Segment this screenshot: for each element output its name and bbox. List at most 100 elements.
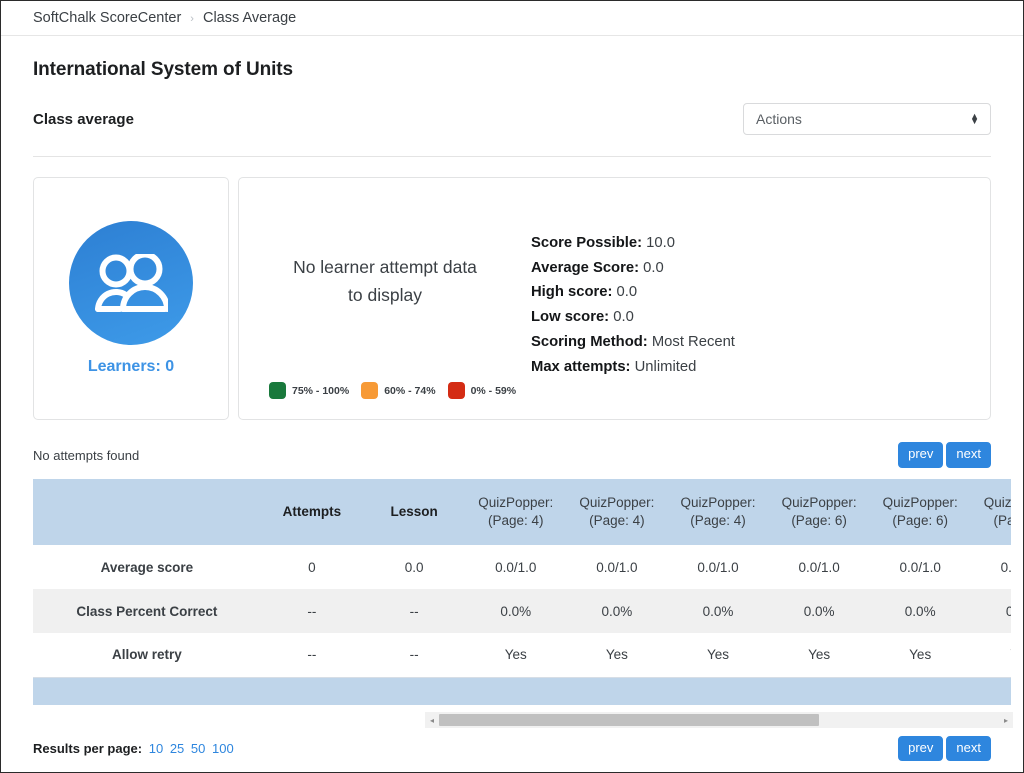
stat-label: Max attempts: bbox=[531, 358, 631, 375]
table-row: Class Percent Correct -- -- 0.0% 0.0% 0.… bbox=[33, 589, 1011, 633]
header-blank bbox=[33, 479, 261, 545]
stat-row: Scoring Method: Most Recent bbox=[531, 330, 735, 355]
subtitle-row: Class average Actions ▲ ▼ bbox=[33, 103, 991, 135]
cell: 0.0/1.0 bbox=[1000, 559, 1011, 575]
stat-row: High score: 0.0 bbox=[531, 280, 735, 305]
cell: Yes bbox=[706, 647, 729, 663]
prev-button-top[interactable]: prev bbox=[898, 442, 944, 468]
stat-row: Low score: 0.0 bbox=[531, 305, 735, 330]
results-per-page-10[interactable]: 10 bbox=[149, 741, 163, 756]
table-footer-cell bbox=[33, 676, 1011, 705]
header-page: (Page: 4) bbox=[589, 513, 645, 528]
learners-card: Learners: 0 bbox=[33, 177, 229, 420]
cell: 0.0/1.0 bbox=[798, 559, 840, 575]
stat-label: Score Possible: bbox=[531, 235, 643, 251]
table-row: Allow retry -- -- Yes Yes Yes Yes Yes Ye… bbox=[33, 633, 1011, 677]
stat-row: Max attempts: Unlimited bbox=[531, 355, 735, 380]
scores-table: Attempts Lesson QuizPopper: (Page: 4) Qui… bbox=[33, 479, 1011, 705]
row-label: Average score bbox=[100, 559, 194, 575]
legend-label: 0% - 59% bbox=[470, 384, 517, 397]
prev-button-bottom[interactable]: prev bbox=[898, 736, 944, 762]
header-line1: QuizPopper: bbox=[882, 495, 958, 511]
cell: -- bbox=[307, 647, 317, 663]
scroll-left-arrow-icon[interactable]: ◂ bbox=[425, 712, 439, 728]
table-footer: Results per page: 10 25 50 100 prev next bbox=[1, 736, 1023, 762]
table-row: Average score 0 0.0 0.0/1.0 0.0/1.0 0.0/… bbox=[33, 545, 1011, 589]
header-page: (Page: 6) bbox=[791, 513, 847, 528]
row-label: Class Percent Correct bbox=[33, 589, 261, 633]
cell: 0 bbox=[308, 559, 316, 575]
cell: Yes bbox=[808, 647, 831, 663]
cell: -- bbox=[409, 647, 419, 663]
stat-value: 0.0 bbox=[613, 309, 634, 326]
header-line1: QuizPopper: bbox=[983, 495, 1011, 511]
stat-value: 0.0 bbox=[616, 284, 638, 301]
summary-cards: Learners: 0 No learner attempt data to d… bbox=[1, 177, 1023, 420]
stat-value: 10.0 bbox=[646, 235, 675, 251]
header-page: (Page: 4) bbox=[487, 513, 544, 528]
table-horizontal-scrollbar[interactable]: ◂ ▸ bbox=[425, 712, 1013, 728]
header-line1: QuizPopper: bbox=[680, 495, 756, 511]
stat-value: Most Recent bbox=[651, 333, 735, 350]
breadcrumb-separator-icon: › bbox=[190, 13, 194, 25]
learners-count-label: Learners: 0 bbox=[87, 358, 175, 375]
cell: 0.0/1.0 bbox=[495, 559, 537, 575]
header-page: (Page: 4) bbox=[690, 513, 746, 528]
header-line1: QuizPopper: bbox=[781, 495, 857, 511]
title-area: International System of Units Class aver… bbox=[1, 59, 1023, 157]
header-quizpopper: QuizPopper: (Page: 6) bbox=[869, 479, 971, 545]
summary-card: No learner attempt data to display Score… bbox=[238, 177, 991, 420]
table-header-row: Attempts Lesson QuizPopper: (Page: 4) Qui… bbox=[33, 479, 1011, 545]
actions-select-value: Actions bbox=[756, 111, 802, 127]
stat-value: Unlimited bbox=[634, 358, 697, 375]
top-pager: prev next bbox=[898, 442, 991, 468]
cell: Yes bbox=[504, 647, 527, 663]
cell: Yes bbox=[909, 647, 932, 663]
table-footer-row bbox=[33, 676, 1011, 705]
actions-select[interactable]: Actions ▲ ▼ bbox=[743, 103, 991, 135]
scores-table-scroll-area[interactable]: Attempts Lesson QuizPopper: (Page: 4) Qui… bbox=[33, 479, 1011, 705]
bottom-pager: prev next bbox=[898, 736, 991, 762]
cell: 0.0% bbox=[667, 589, 769, 633]
stat-row: Score Possible: 10.0 bbox=[531, 231, 735, 256]
header-quizpopper: QuizPopper: (Page: 4) bbox=[566, 479, 668, 545]
breadcrumb: SoftChalk ScoreCenter › Class Average bbox=[1, 1, 1023, 36]
cell: 0.0% bbox=[869, 589, 971, 633]
title-divider bbox=[33, 156, 991, 157]
stat-label: High score: bbox=[531, 284, 613, 301]
stat-label: Scoring Method: bbox=[531, 333, 648, 350]
learners-circle bbox=[69, 221, 193, 345]
cell: 0.0% bbox=[465, 589, 567, 633]
people-group-icon bbox=[95, 254, 168, 312]
cell: 0.0/1.0 bbox=[596, 559, 638, 575]
cell: Yes bbox=[971, 633, 1011, 677]
results-per-page-25[interactable]: 25 bbox=[170, 741, 184, 756]
scrollbar-track[interactable] bbox=[439, 712, 999, 728]
header-lesson: Lesson bbox=[362, 479, 466, 545]
results-per-page-50[interactable]: 50 bbox=[191, 741, 205, 756]
scroll-right-arrow-icon[interactable]: ▸ bbox=[999, 712, 1013, 728]
header-quizpopper: QuizPopper: (Page: 4) bbox=[667, 479, 769, 545]
cell: 0.0% bbox=[566, 589, 668, 633]
results-per-page: Results per page: 10 25 50 100 bbox=[33, 741, 234, 756]
header-attempts: Attempts bbox=[260, 479, 363, 545]
breadcrumb-current: Class Average bbox=[202, 10, 297, 26]
header-quizpopper: QuizPopper: (Page: 6) bbox=[970, 479, 1011, 545]
scrollbar-thumb[interactable] bbox=[439, 714, 819, 726]
cell: Yes bbox=[605, 647, 628, 663]
cell: 0.0/1.0 bbox=[697, 559, 739, 575]
cell: 0.0% bbox=[768, 589, 870, 633]
legend-item: 75% - 100% bbox=[269, 382, 349, 399]
breadcrumb-root-link[interactable]: SoftChalk ScoreCenter bbox=[33, 10, 181, 26]
header-line1: QuizPopper: bbox=[478, 495, 554, 511]
legend-swatch-green bbox=[269, 382, 286, 399]
results-per-page-100[interactable]: 100 bbox=[212, 741, 234, 756]
next-button-bottom[interactable]: next bbox=[946, 736, 991, 762]
header-page: (Page: 6) bbox=[892, 513, 948, 528]
next-button-top[interactable]: next bbox=[946, 442, 991, 468]
cell: 0.0% bbox=[970, 589, 1011, 633]
legend-swatch-red bbox=[447, 382, 465, 399]
stat-value: 0.0 bbox=[643, 259, 664, 276]
stat-label: Average Score: bbox=[531, 259, 640, 276]
stat-label: Low score: bbox=[531, 309, 610, 326]
